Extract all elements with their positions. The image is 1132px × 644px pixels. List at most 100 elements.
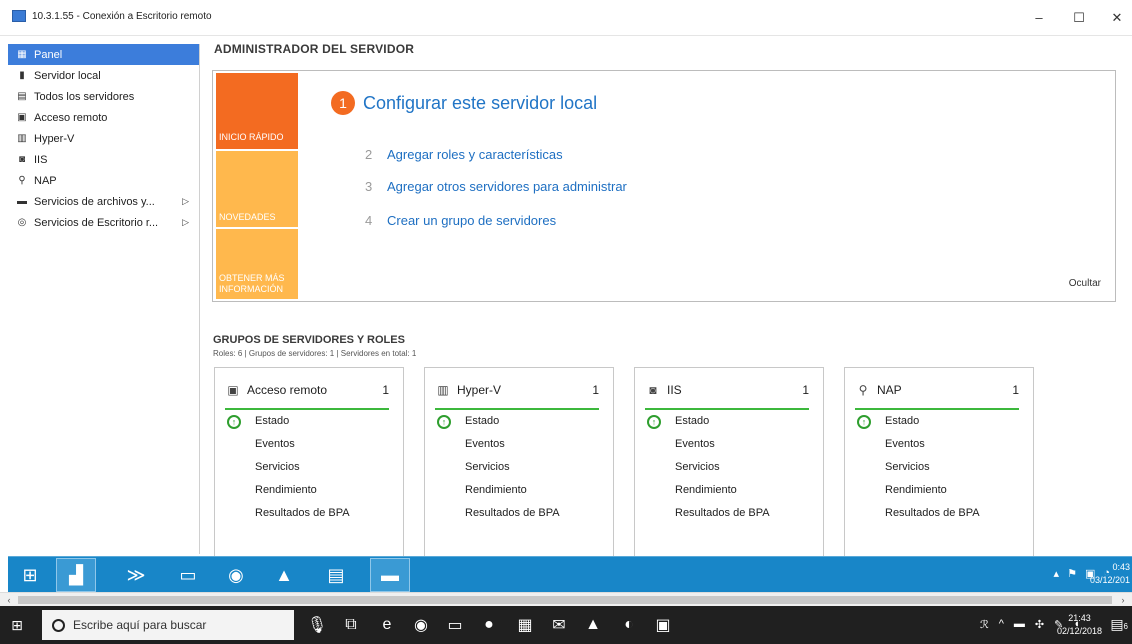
network-icon[interactable]: ✣ [1035, 618, 1044, 631]
host-clock-date: 02/12/2018 [1056, 626, 1102, 636]
command-prompt-icon[interactable]: ▬ [370, 558, 410, 592]
scroll-left-arrow-icon[interactable]: ‹ [2, 593, 16, 607]
search-box[interactable]: Escribe aquí para buscar [42, 610, 294, 640]
chevron-right-icon[interactable]: ▷ [182, 217, 189, 228]
host-clock[interactable]: 21:43 02/12/2018 [1057, 612, 1102, 638]
file-services-icon: ▬ [17, 196, 27, 207]
tab-quick-start[interactable]: INICIO RÁPIDO [216, 73, 298, 149]
server-manager-taskbar-icon[interactable]: ▟ [56, 558, 96, 592]
card-row-bpa[interactable]: Resultados de BPA [255, 507, 350, 519]
sidebar-item-remote-access[interactable]: ▣ Acceso remoto [8, 107, 199, 128]
matlab-icon[interactable]: ▲ [578, 610, 608, 640]
card-header[interactable]: ▣ Acceso remoto 1 [225, 380, 393, 400]
card-row-performance[interactable]: Rendimiento [465, 484, 527, 496]
quick-start-panel: INICIO RÁPIDO NOVEDADES OBTENER MÁS INFO… [212, 70, 1116, 302]
card-count: 1 [1012, 383, 1019, 397]
card-title: Acceso remoto [247, 383, 328, 397]
close-button[interactable]: ✕ [1102, 10, 1132, 26]
edge-icon[interactable]: e [372, 610, 402, 640]
iis-icon: ◙ [18, 154, 26, 165]
role-card-nap[interactable]: ⚲ NAP 1 ↑ Estado Eventos Servicios Rendi… [844, 367, 1034, 557]
sidebar-item-label: IIS [34, 153, 48, 166]
tab-learn-more[interactable]: OBTENER MÁS INFORMACIÓN [216, 229, 298, 299]
app-icon-green[interactable]: ◐ [614, 610, 644, 640]
card-row-services[interactable]: Servicios [465, 461, 510, 473]
file-explorer-icon[interactable]: ▭ [168, 558, 208, 592]
card-row-events[interactable]: Eventos [675, 438, 715, 450]
card-header[interactable]: ◙ IIS 1 [645, 380, 813, 400]
app-icon-blue[interactable]: ● [474, 610, 504, 640]
notifications-icon[interactable]: ▤6 [1110, 616, 1128, 633]
sidebar-item-iis[interactable]: ◙ IIS [8, 149, 199, 170]
sidebar-item-file-services[interactable]: ▬ Servicios de archivos y... ▷ [8, 191, 199, 212]
sidebar-item-remote-desktop[interactable]: ◎ Servicios de Escritorio r... ▷ [8, 212, 199, 233]
mail-icon[interactable]: ✉ [544, 610, 574, 640]
page-title: ADMINISTRADOR DEL SERVIDOR [214, 42, 415, 56]
role-card-remote-access[interactable]: ▣ Acceso remoto 1 ↑ Estado Eventos Servi… [214, 367, 404, 557]
flag-icon[interactable]: ⚑ [1067, 567, 1077, 580]
app-window-icon[interactable]: ▤ [316, 558, 356, 592]
windows-start-button[interactable]: ⊞ [0, 606, 34, 644]
sidebar-item-label: Servidor local [34, 69, 101, 82]
powershell-icon[interactable]: ≫ [116, 558, 156, 592]
sidebar-item-nap[interactable]: ⚲ NAP [8, 170, 199, 191]
file-explorer-icon[interactable]: ▭ [440, 610, 470, 640]
store-icon[interactable]: ▦ [510, 610, 540, 640]
status-bar [645, 408, 809, 410]
scrollbar-thumb[interactable] [18, 596, 1112, 604]
show-hidden-icons-icon[interactable]: ▴ [1054, 567, 1060, 580]
sidebar-item-local-server[interactable]: ▮ Servidor local [8, 65, 199, 86]
card-row-performance[interactable]: Rendimiento [255, 484, 317, 496]
iis-icon: ◙ [649, 383, 657, 397]
task-view-icon[interactable]: ⧉ [336, 610, 366, 640]
card-row-status[interactable]: Estado [255, 415, 289, 427]
card-row-performance[interactable]: Rendimiento [885, 484, 947, 496]
hide-link[interactable]: Ocultar [1069, 278, 1101, 289]
windows-start-icon[interactable]: ⊞ [10, 558, 50, 592]
card-row-status[interactable]: Estado [885, 415, 919, 427]
card-row-bpa[interactable]: Resultados de BPA [675, 507, 770, 519]
minimize-button[interactable]: – [1024, 10, 1054, 25]
card-row-services[interactable]: Servicios [675, 461, 720, 473]
create-server-group-link[interactable]: 4 Crear un grupo de servidores [365, 213, 556, 228]
chrome-icon[interactable]: ◉ [406, 610, 436, 640]
maximize-button[interactable]: ☐ [1064, 10, 1094, 26]
card-row-bpa[interactable]: Resultados de BPA [465, 507, 560, 519]
role-card-iis[interactable]: ◙ IIS 1 ↑ Estado Eventos Servicios Rendi… [634, 367, 824, 557]
add-roles-link[interactable]: 2 Agregar roles y características [365, 147, 563, 162]
card-row-bpa[interactable]: Resultados de BPA [885, 507, 980, 519]
chevron-right-icon[interactable]: ▷ [182, 196, 189, 207]
battery-icon[interactable]: ▬ [1014, 618, 1025, 631]
microphone-icon[interactable]: 🎙 [302, 610, 332, 640]
groups-section-title: GRUPOS DE SERVIDORES Y ROLES [213, 334, 405, 346]
card-row-events[interactable]: Eventos [255, 438, 295, 450]
sidebar-item-all-servers[interactable]: ▤ Todos los servidores [8, 86, 199, 107]
add-servers-link[interactable]: 3 Agregar otros servidores para administ… [365, 179, 627, 194]
card-row-performance[interactable]: Rendimiento [675, 484, 737, 496]
tab-whats-new[interactable]: NOVEDADES [216, 151, 298, 227]
horizontal-scrollbar[interactable]: ‹ › [0, 592, 1132, 606]
show-hidden-icons-icon[interactable]: ^ [999, 618, 1004, 631]
role-card-hyperv[interactable]: ▥ Hyper-V 1 ↑ Estado Eventos Servicios R… [424, 367, 614, 557]
chrome-icon[interactable]: ◉ [216, 558, 256, 592]
sidebar-item-hyperv[interactable]: ▥ Hyper-V [8, 128, 199, 149]
card-row-events[interactable]: Eventos [885, 438, 925, 450]
card-count: 1 [802, 383, 809, 397]
card-header[interactable]: ⚲ NAP 1 [855, 380, 1023, 400]
people-icon[interactable]: ℛ [980, 618, 989, 631]
remote-desktop-taskbar-icon[interactable]: ▣ [648, 610, 678, 640]
matlab-icon[interactable]: ▲ [264, 558, 304, 592]
card-row-status[interactable]: Estado [675, 415, 709, 427]
sidebar-item-panel[interactable]: ▦ Panel [8, 44, 199, 65]
card-row-services[interactable]: Servicios [885, 461, 930, 473]
step-number: 4 [365, 213, 373, 228]
scroll-right-arrow-icon[interactable]: › [1116, 593, 1130, 607]
configure-local-server-link[interactable]: 1 Configurar este servidor local [331, 91, 597, 115]
rdp-window-title: 10.3.1.55 - Conexión a Escritorio remoto [12, 10, 212, 22]
card-row-status[interactable]: Estado [465, 415, 499, 427]
card-header[interactable]: ▥ Hyper-V 1 [435, 380, 603, 400]
remote-taskbar: ⊞ ▟ ≫ ▭ ◉ ▲ ▤ ▬ ▴ ⚑ ▣ ◔ 0:43 03/12/201 [8, 556, 1132, 592]
card-row-services[interactable]: Servicios [255, 461, 300, 473]
remote-clock[interactable]: 0:43 03/12/201 [1090, 561, 1130, 587]
card-row-events[interactable]: Eventos [465, 438, 505, 450]
